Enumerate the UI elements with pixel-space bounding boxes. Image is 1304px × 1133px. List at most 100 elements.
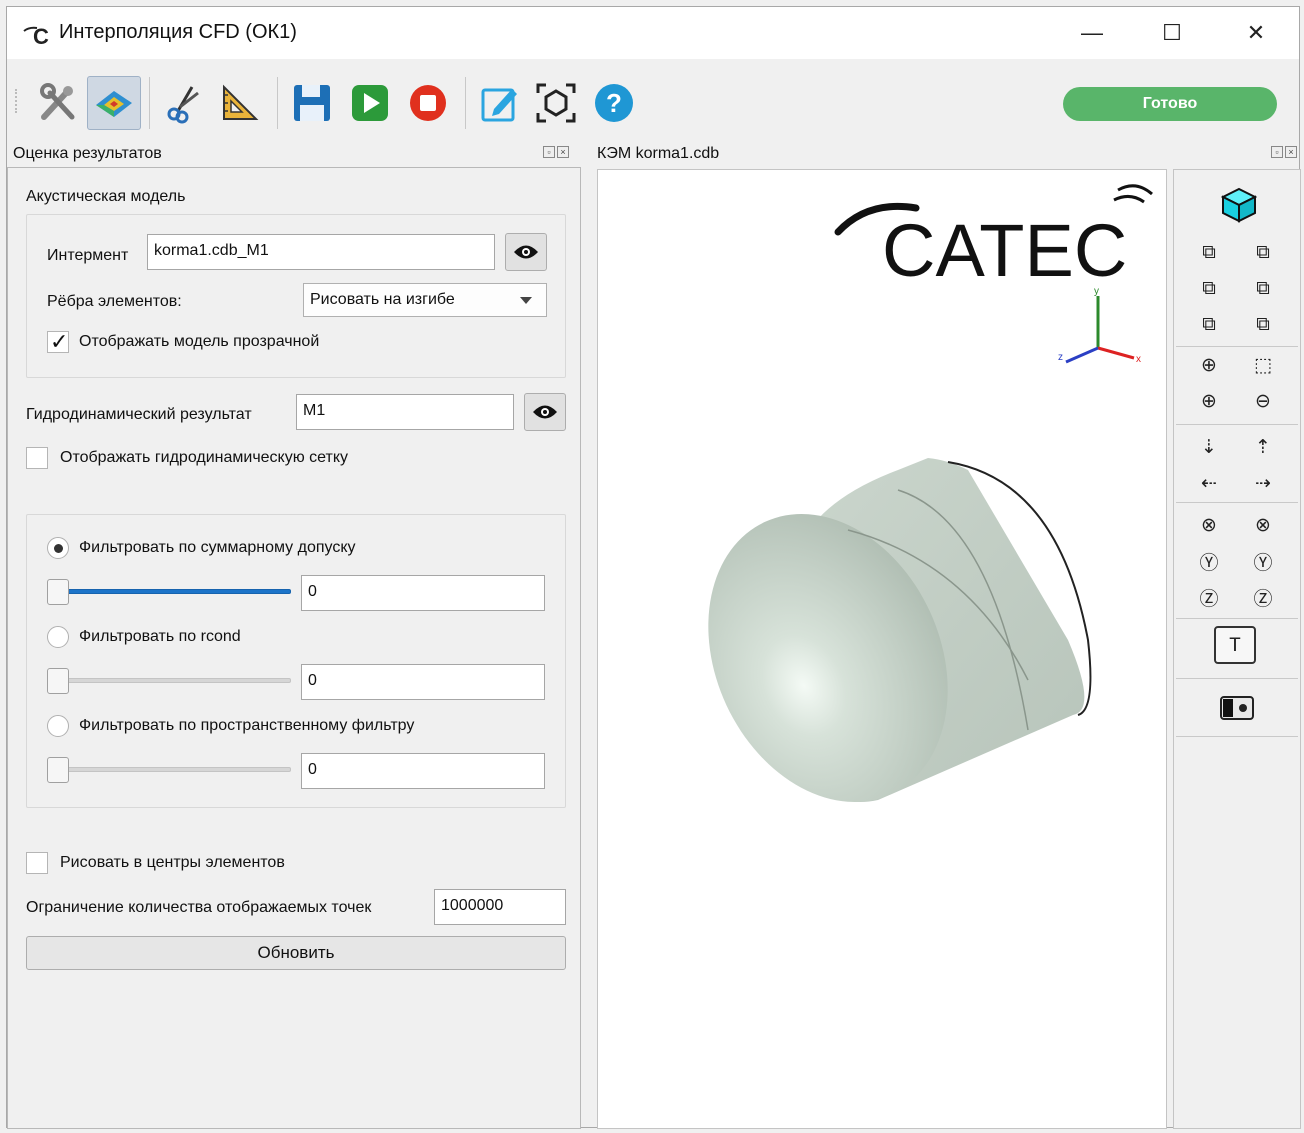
toolbar-grip[interactable] xyxy=(15,89,19,113)
filter-spatial-label: Фильтровать по пространственному фильтру xyxy=(79,717,415,734)
slider-track xyxy=(47,678,291,683)
float-icon[interactable]: ▫ xyxy=(1271,146,1283,158)
zoom-box-icon[interactable]: ⬚ xyxy=(1248,350,1278,380)
toolbar-separator xyxy=(149,77,150,129)
view-left-icon[interactable]: ⧉ xyxy=(1194,274,1224,304)
surface-map-icon[interactable] xyxy=(87,76,141,130)
slider-handle[interactable] xyxy=(47,668,69,694)
rotate-z-pos-icon[interactable]: Ⓩ xyxy=(1248,582,1278,612)
screenshot-icon[interactable] xyxy=(1218,690,1256,724)
view-front-icon[interactable]: ⧉ xyxy=(1194,238,1224,268)
hydro-result-input[interactable]: M1 xyxy=(296,394,514,430)
svg-text:C: C xyxy=(33,24,49,47)
filter-total-slider[interactable] xyxy=(47,579,291,605)
interment-input[interactable]: korma1.cdb_M1 xyxy=(147,234,495,270)
rotate-y-pos-icon[interactable]: Ⓨ xyxy=(1248,546,1278,576)
play-icon[interactable] xyxy=(343,76,397,130)
svg-text:?: ? xyxy=(606,88,622,118)
transparent-label: Отображать модель прозрачной xyxy=(79,333,320,350)
catec-logo: CATEC xyxy=(834,184,1153,292)
pan-right-icon[interactable]: ⇢ xyxy=(1248,468,1278,498)
view-bottom-icon[interactable]: ⧉ xyxy=(1248,310,1278,340)
axis-y-label: y xyxy=(1094,286,1099,297)
toolbar-separator xyxy=(1176,346,1298,347)
update-button[interactable]: Обновить xyxy=(26,936,566,970)
close-button[interactable]: ✕ xyxy=(1233,15,1279,51)
status-badge: Готово xyxy=(1063,87,1277,121)
float-icon[interactable]: ▫ xyxy=(543,146,555,158)
viewport-canvas: CATEC y x z xyxy=(708,184,1153,802)
tools-icon[interactable] xyxy=(31,76,85,130)
chevron-down-icon xyxy=(520,297,532,304)
hydro-result-label: Гидродинамический результат xyxy=(26,406,252,423)
stop-icon[interactable] xyxy=(401,76,455,130)
toolbar-separator xyxy=(1176,424,1298,425)
close-icon[interactable]: × xyxy=(557,146,569,158)
filter-rcond-radio[interactable] xyxy=(47,626,69,648)
fem-model xyxy=(708,458,1092,802)
filter-total-radio[interactable] xyxy=(47,537,69,559)
filter-rcond-slider[interactable] xyxy=(47,668,291,694)
pan-up-icon[interactable]: ⇡ xyxy=(1248,432,1278,462)
view-toolbar: ⧉ ⧉ ⧉ ⧉ ⧉ ⧉ ⊕ ⬚ ⊕ ⊖ ⇣ ⇡ ⇠ ⇢ ⊗ ⊗ Ⓨ Ⓨ Ⓩ Ⓩ … xyxy=(1173,169,1301,1129)
acoustic-group-title: Акустическая модель xyxy=(26,188,186,205)
zoom-out-icon[interactable]: ⊖ xyxy=(1248,386,1278,416)
limit-input[interactable]: 1000000 xyxy=(434,889,566,925)
slider-handle[interactable] xyxy=(47,579,69,605)
axis-triad: y x z xyxy=(1058,286,1141,365)
filter-group: Фильтровать по суммарному допуску 0 Филь… xyxy=(26,514,566,808)
eye-icon xyxy=(514,245,538,259)
view-back-icon[interactable]: ⧉ xyxy=(1248,238,1278,268)
pan-down-icon[interactable]: ⇣ xyxy=(1194,432,1224,462)
iso-view-icon[interactable] xyxy=(1220,186,1258,224)
view-top-icon[interactable]: ⧉ xyxy=(1194,310,1224,340)
zoom-fit-icon[interactable]: ⊕ xyxy=(1194,350,1224,380)
hydro-mesh-checkbox[interactable] xyxy=(26,447,48,469)
rotate-x-neg-icon[interactable]: ⊗ xyxy=(1194,510,1224,540)
edges-label: Рёбра элементов: xyxy=(47,293,182,310)
ruler-icon[interactable] xyxy=(213,76,267,130)
axis-x-label: x xyxy=(1136,354,1141,365)
slider-track xyxy=(47,767,291,772)
cut-icon[interactable] xyxy=(157,76,211,130)
limit-label: Ограничение количества отображаемых точе… xyxy=(26,899,372,916)
slider-track xyxy=(47,589,291,594)
text-annotation-icon[interactable]: T xyxy=(1214,626,1256,664)
window-title: Интерполяция CFD (ОК1) xyxy=(59,21,297,43)
filter-rcond-input[interactable]: 0 xyxy=(301,664,545,700)
pan-left-icon[interactable]: ⇠ xyxy=(1194,468,1224,498)
hydro-eye-button[interactable] xyxy=(524,393,566,431)
centers-checkbox[interactable] xyxy=(26,852,48,874)
slider-handle[interactable] xyxy=(47,757,69,783)
axis-z-label: z xyxy=(1058,352,1063,363)
rotate-z-neg-icon[interactable]: Ⓩ xyxy=(1194,582,1224,612)
edit-icon[interactable] xyxy=(473,76,527,130)
rotate-x-pos-icon[interactable]: ⊗ xyxy=(1248,510,1278,540)
model-viewport[interactable]: CATEC y x z xyxy=(597,169,1167,1129)
transparent-checkbox[interactable] xyxy=(47,329,69,355)
centers-label: Рисовать в центры элементов xyxy=(60,854,285,871)
main-toolbar: ? Готово xyxy=(7,59,1299,141)
filter-total-input[interactable]: 0 xyxy=(301,575,545,611)
rotate-y-neg-icon[interactable]: Ⓨ xyxy=(1194,546,1224,576)
filter-spatial-input[interactable]: 0 xyxy=(301,753,545,789)
close-icon[interactable]: × xyxy=(1285,146,1297,158)
toolbar-separator xyxy=(1176,618,1298,619)
help-icon[interactable]: ? xyxy=(587,76,641,130)
save-icon[interactable] xyxy=(285,76,339,130)
view-right-icon[interactable]: ⧉ xyxy=(1248,274,1278,304)
toolbar-separator xyxy=(465,77,466,129)
zoom-in-icon[interactable]: ⊕ xyxy=(1194,386,1224,416)
maximize-button[interactable]: ☐ xyxy=(1149,15,1195,51)
right-dock-title: КЭМ korma1.cdb xyxy=(597,145,720,162)
filter-spatial-radio[interactable] xyxy=(47,715,69,737)
interment-eye-button[interactable] xyxy=(505,233,547,271)
toolbar-separator xyxy=(1176,736,1298,737)
edges-combo[interactable]: Рисовать на изгибе xyxy=(303,283,547,317)
catec-logo-text: CATEC xyxy=(882,209,1127,292)
fit-view-icon[interactable] xyxy=(529,76,583,130)
minimize-button[interactable]: — xyxy=(1069,15,1115,51)
filter-spatial-slider[interactable] xyxy=(47,757,291,783)
main-window: C Интерполяция CFD (ОК1) — ☐ ✕ ? Готово … xyxy=(6,6,1301,1129)
title-bar: C Интерполяция CFD (ОК1) — ☐ ✕ xyxy=(7,7,1299,59)
